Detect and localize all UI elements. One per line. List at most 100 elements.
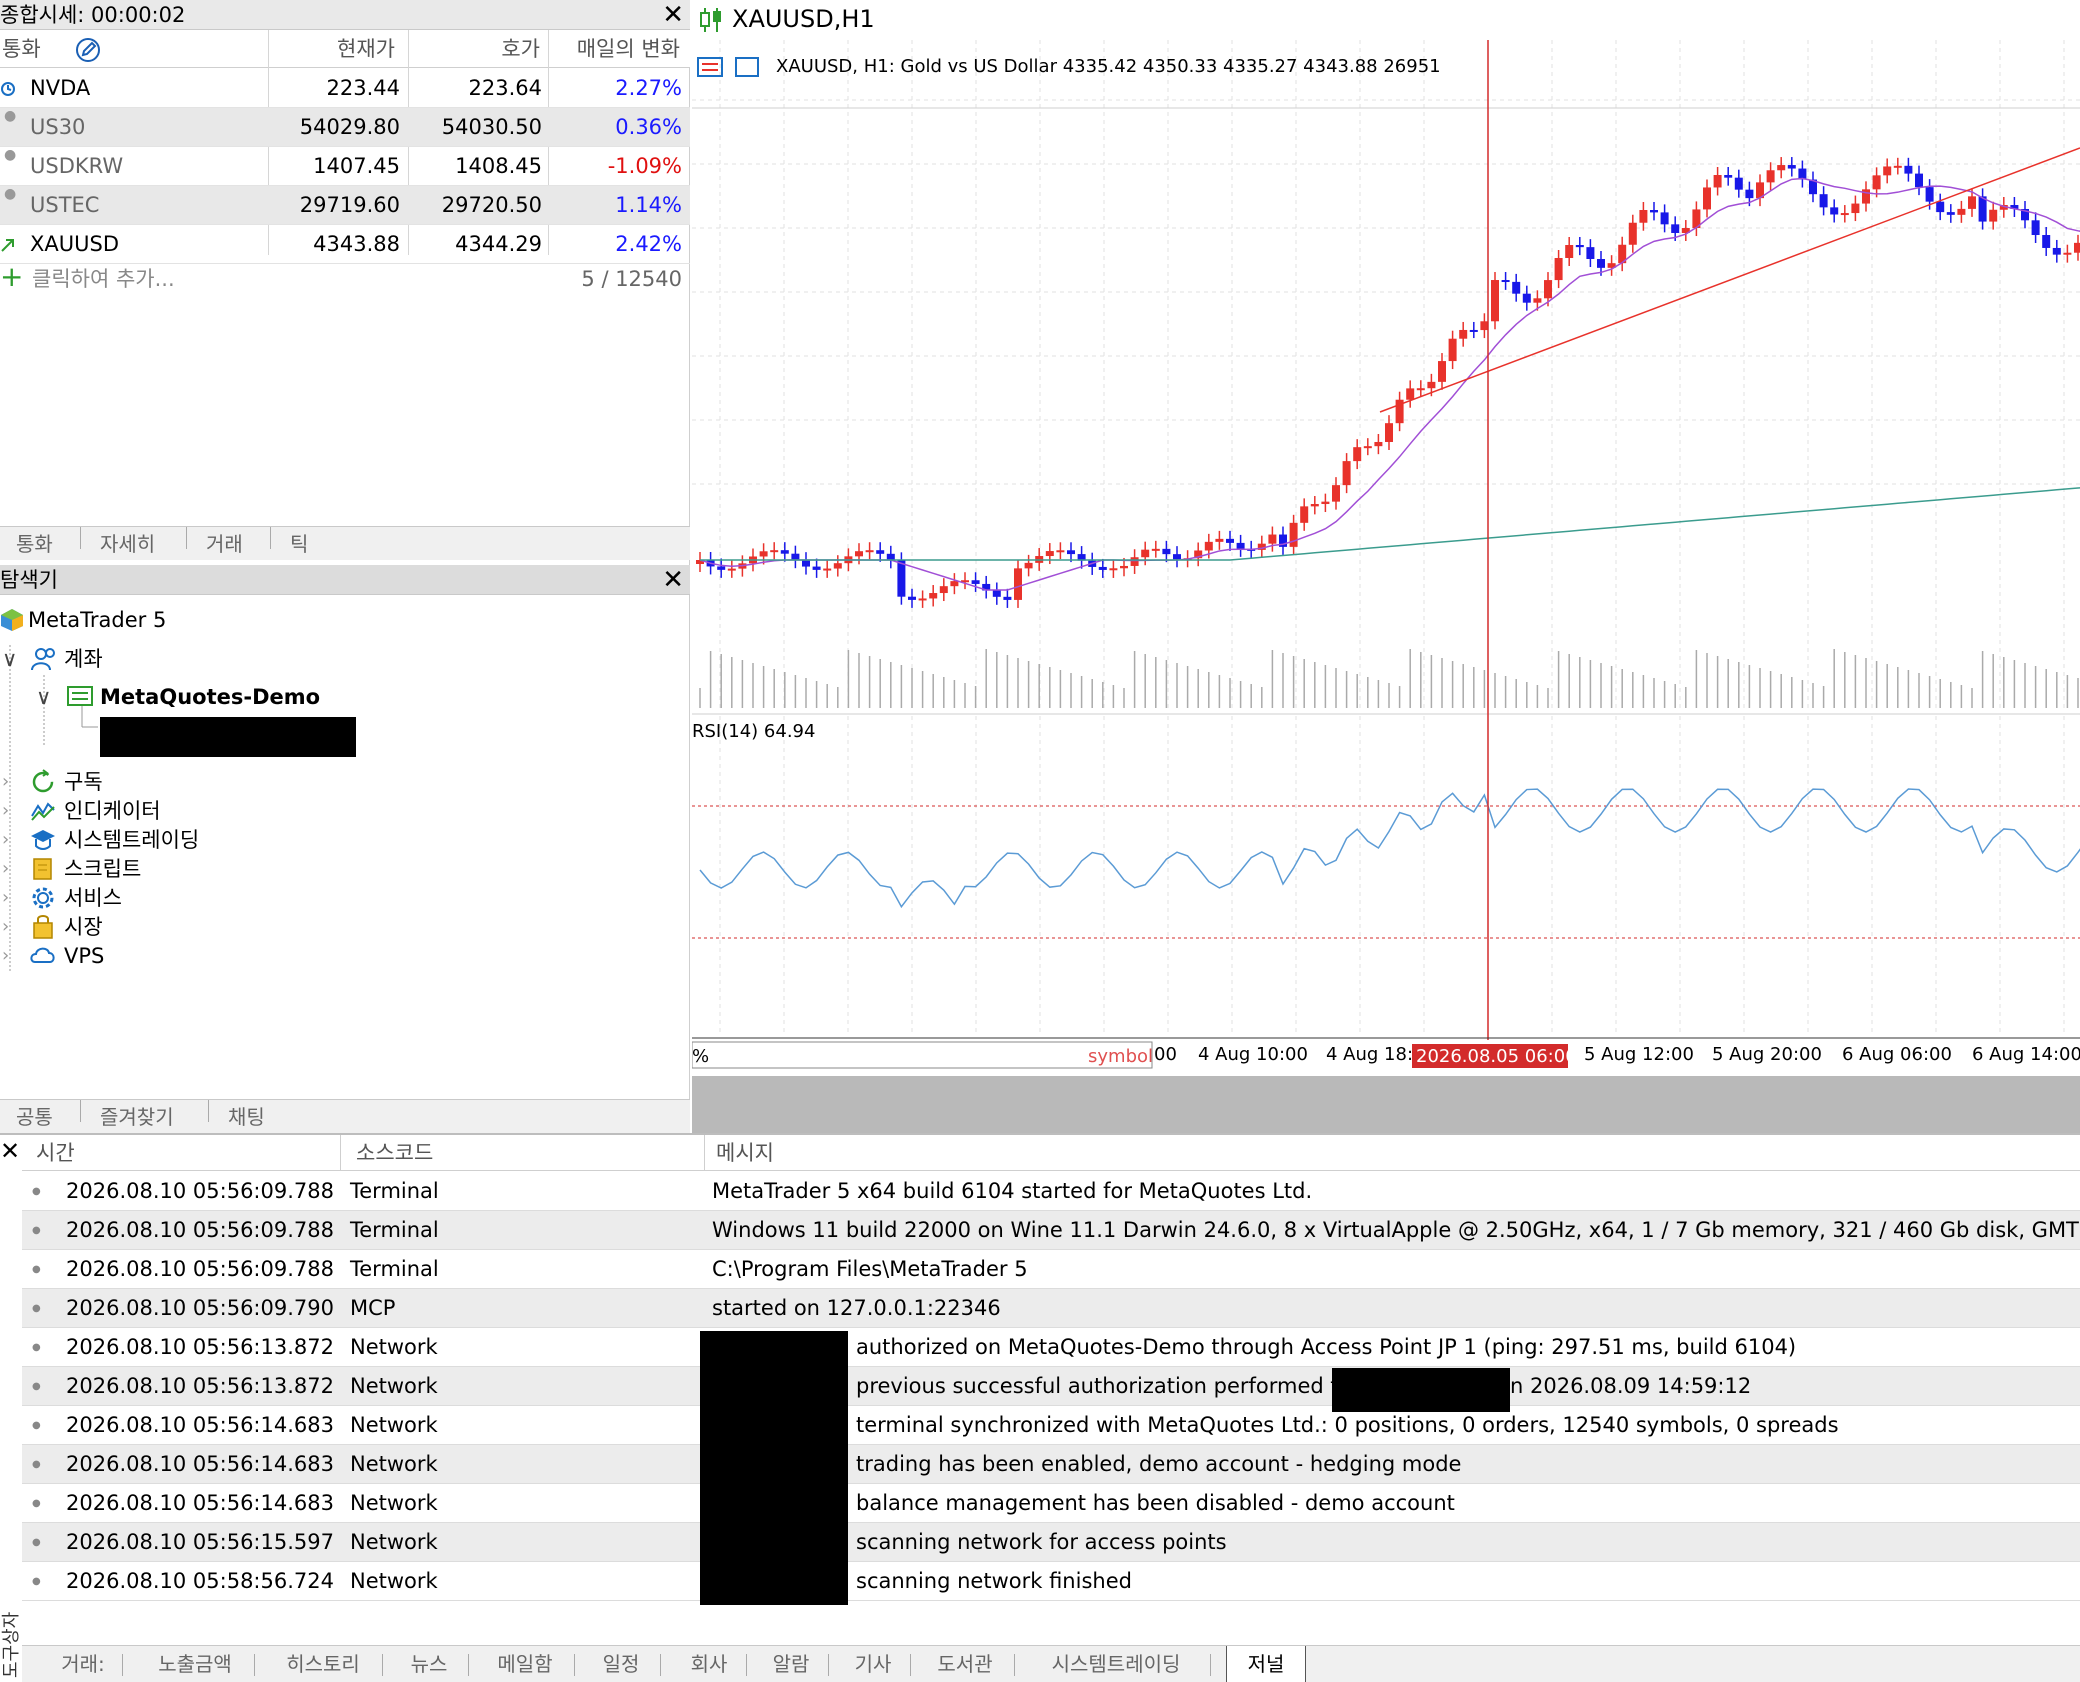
chevron-down-icon[interactable]: ∨ (2, 644, 17, 674)
journal-row[interactable]: ● 2026.08.10 05:56:14.683 Network balance m… (22, 1484, 2080, 1523)
candle-body (1300, 506, 1309, 523)
journal-row[interactable]: ● 2026.08.10 05:56:13.872 Network authorize… (22, 1328, 2080, 1367)
bid-price: 4343.88 (313, 232, 400, 256)
tab-toolbox-7[interactable]: 알람 (758, 1646, 824, 1682)
candle-body (1883, 166, 1892, 176)
tab-toolbox-3[interactable]: 뉴스 (394, 1646, 464, 1682)
chevron-right-icon[interactable]: › (2, 883, 9, 913)
plus-icon: + (0, 260, 24, 293)
tab-common[interactable]: 공통 (16, 1100, 53, 1134)
column-bid[interactable]: 현재가 (270, 30, 395, 68)
candle-body (1724, 175, 1733, 178)
close-icon[interactable]: ✕ (662, 565, 684, 595)
journal-row[interactable]: ● 2026.08.10 05:56:15.597 Network scanning … (22, 1523, 2080, 1562)
candle-body (908, 596, 916, 600)
column-source[interactable]: 소스코드 (356, 1135, 433, 1171)
market-watch-row[interactable]: ● USDKRW 1407.45 1408.45 -1.09% (0, 147, 690, 186)
log-time: 2026.08.10 05:56:14.683 (66, 1413, 334, 1437)
edit-icon[interactable] (74, 36, 102, 64)
chart-window[interactable]: XAUUSD,H1 XAUUSD, H1: Gold vs US Dollar … (692, 0, 2080, 1133)
log-source: Network (350, 1413, 438, 1437)
market-watch-row[interactable]: XAUUSD 4343.88 4344.29 2.42% (0, 225, 690, 264)
journal-header: 시간 소스코드 메시지 (22, 1135, 2080, 1171)
journal-row[interactable]: ● 2026.08.10 05:56:14.683 Network trading h… (22, 1445, 2080, 1484)
chevron-right-icon[interactable]: › (2, 825, 9, 855)
candle-body (876, 550, 885, 554)
column-time[interactable]: 시간 (36, 1135, 75, 1171)
chart-canvas[interactable]: XAUUSD, H1: Gold vs US Dollar 4335.42 43… (692, 40, 2080, 1133)
column-ask[interactable]: 호가 (410, 30, 540, 68)
candle-body (1671, 224, 1680, 233)
candle-body (770, 550, 779, 553)
tab-toolbox-11[interactable]: 저널 (1226, 1646, 1306, 1682)
column-symbol[interactable]: 통화 (2, 30, 41, 68)
candle-body (897, 560, 906, 597)
tab-toolbox-5[interactable]: 일정 (586, 1646, 656, 1682)
add-symbol-row[interactable]: + 클릭하여 추가... 5 / 12540 (0, 260, 690, 296)
chevron-right-icon[interactable]: › (2, 796, 9, 826)
log-time: 2026.08.10 05:56:13.872 (66, 1374, 334, 1398)
tab-toolbox-4[interactable]: 메일함 (480, 1646, 570, 1682)
tab-toolbox-0[interactable]: 거래: (48, 1646, 118, 1682)
journal-row[interactable]: ● 2026.08.10 05:56:13.872 Network previous … (22, 1367, 2080, 1406)
shopping-bag-icon (33, 915, 53, 939)
clock-icon (1, 82, 15, 96)
log-message: MetaTrader 5 x64 build 6104 started for … (712, 1179, 1313, 1203)
tab-chat[interactable]: 채팅 (228, 1100, 265, 1134)
candle-body (1151, 548, 1160, 551)
candle-body (1342, 461, 1351, 486)
log-time: 2026.08.10 05:56:14.683 (66, 1452, 334, 1476)
chevron-right-icon[interactable]: › (2, 854, 9, 884)
script-icon (33, 858, 52, 880)
candle-body (1003, 596, 1012, 600)
tab-toolbox-1[interactable]: 노출금액 (140, 1646, 250, 1682)
tab-ticks[interactable]: 틱 (290, 527, 308, 561)
time-tick-label: 5 Aug 12:00 (1584, 1044, 1694, 1065)
candle-body (1321, 501, 1330, 505)
redacted-ip-column (700, 1331, 848, 1605)
tab-toolbox-10[interactable]: 시스템트레이딩 (1026, 1646, 1206, 1682)
column-message[interactable]: 메시지 (716, 1135, 774, 1171)
metatrader-icon (1, 609, 23, 631)
candle-body (1374, 441, 1383, 447)
tab-toolbox-2[interactable]: 히스토리 (268, 1646, 378, 1682)
indicator-icon (31, 802, 55, 821)
candle-body (1575, 245, 1584, 248)
market-watch-row[interactable]: ● USTEC 29719.60 29720.50 1.14% (0, 186, 690, 225)
journal-row[interactable]: ● 2026.08.10 05:56:14.683 Network terminal … (22, 1406, 2080, 1445)
tab-favorites[interactable]: 즐겨찾기 (100, 1100, 174, 1134)
candle-body (1893, 165, 1902, 168)
dot-icon: ● (32, 1186, 41, 1197)
market-watch-row[interactable]: ● US30 54029.80 54030.50 0.36% (0, 108, 690, 147)
add-symbol-label[interactable]: 클릭하여 추가... (32, 262, 175, 296)
close-icon[interactable]: ✕ (0, 1137, 20, 1165)
candle-body (1650, 210, 1658, 213)
column-change[interactable]: 매일의 변화 (550, 30, 680, 68)
journal-row[interactable]: ● 2026.08.10 05:56:09.788 Terminal MetaTrad… (22, 1172, 2080, 1211)
close-icon[interactable]: ✕ (662, 0, 684, 30)
journal-row[interactable]: ● 2026.08.10 05:56:09.788 Terminal C:\Progr… (22, 1250, 2080, 1289)
candle-body (1162, 548, 1171, 555)
candle-body (1565, 245, 1574, 259)
tab-toolbox-9[interactable]: 도서관 (920, 1646, 1010, 1682)
tab-trading[interactable]: 거래 (206, 527, 243, 561)
journal-row[interactable]: ● 2026.08.10 05:56:09.788 Terminal Windows … (22, 1211, 2080, 1250)
toolbox-tabs: 거래: 노출금액 히스토리 뉴스 메일함 일정 회사 알람 기사 도서관 시스템트레이딩 저널 (22, 1645, 2080, 1682)
tab-symbols[interactable]: 통화 (16, 527, 53, 561)
candle-body (1512, 281, 1521, 294)
candle-body (2063, 252, 2072, 255)
market-watch-row[interactable]: NVDA 223.44 223.64 2.27% (0, 69, 690, 108)
tab-toolbox-6[interactable]: 회사 (676, 1646, 742, 1682)
chevron-right-icon[interactable]: › (2, 912, 9, 942)
journal-row[interactable]: ● 2026.08.10 05:58:56.724 Network scanning … (22, 1562, 2080, 1601)
chevron-down-icon[interactable]: ∨ (36, 682, 51, 712)
journal-row[interactable]: ● 2026.08.10 05:56:09.790 MCP started on 12… (22, 1289, 2080, 1328)
log-message: trading has been enabled, demo account -… (856, 1452, 1462, 1476)
tab-toolbox-8[interactable]: 기사 (840, 1646, 906, 1682)
tab-details[interactable]: 자세히 (100, 527, 155, 561)
chevron-right-icon[interactable]: › (2, 767, 9, 797)
candle-body (1120, 565, 1128, 569)
chevron-right-icon[interactable]: › (2, 941, 9, 971)
market-watch-title: 종합시세: 00:00:02 (0, 3, 186, 27)
daily-change: -1.09% (607, 154, 682, 178)
